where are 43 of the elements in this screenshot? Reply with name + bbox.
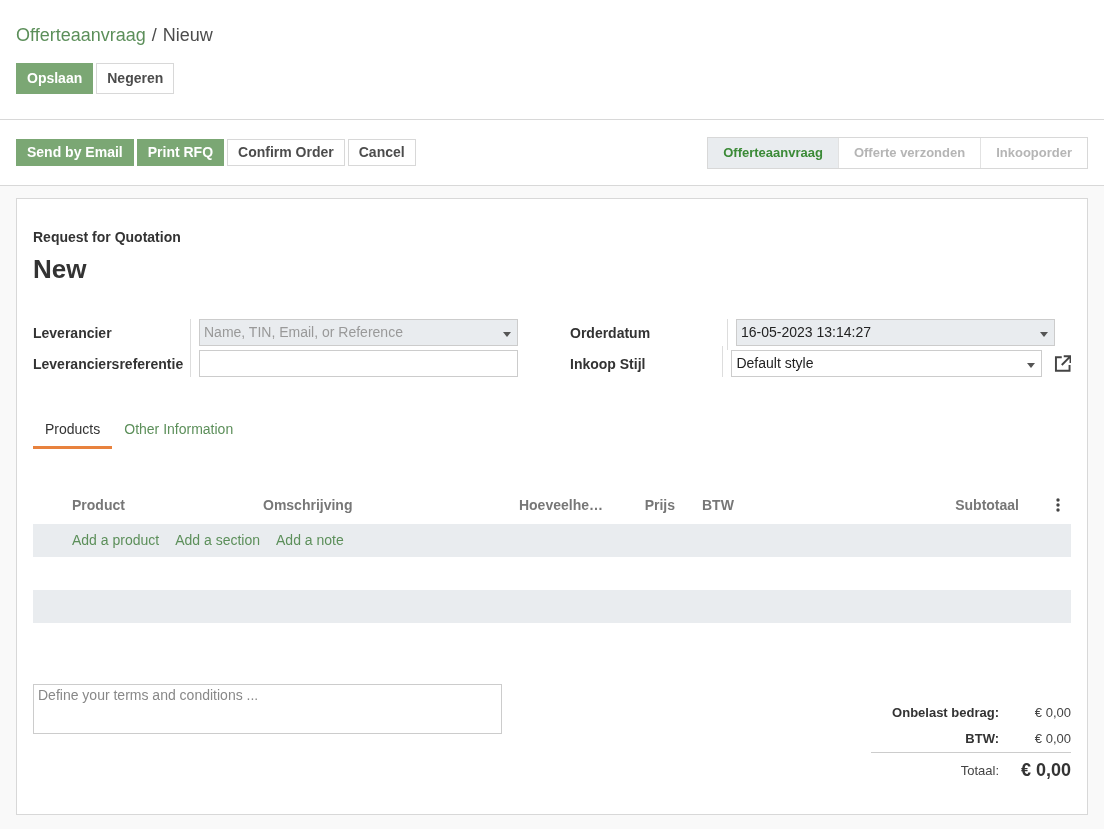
column-header: Omschrijving bbox=[263, 495, 354, 515]
field-label: Inkoop Stijl bbox=[570, 355, 647, 374]
total-label: Onbelast bedrag: bbox=[892, 704, 999, 723]
caret-icon bbox=[1040, 332, 1048, 337]
column-header: Subtotaal bbox=[954, 495, 1019, 515]
status-step[interactable]: Offerteaanvraag bbox=[708, 137, 838, 168]
dropdown-field[interactable]: 16-05-2023 13:14:27 bbox=[736, 319, 1055, 346]
field-label: Leverancier bbox=[33, 324, 113, 343]
breadcrumb-separator: / bbox=[151, 24, 157, 47]
column-header: BTW bbox=[701, 495, 735, 515]
total-value: € 0,00 bbox=[1033, 704, 1071, 723]
column-header: Product bbox=[71, 495, 126, 515]
input-field[interactable] bbox=[199, 350, 518, 377]
add-line-link[interactable]: Add a product bbox=[72, 530, 160, 551]
field-label: Orderdatum bbox=[570, 324, 652, 343]
tab[interactable]: Products bbox=[33, 413, 113, 449]
document-subtitle: Request for Quotation bbox=[33, 228, 182, 247]
more-options-icon[interactable] bbox=[1056, 498, 1060, 512]
dropdown-field[interactable]: Default style bbox=[731, 350, 1042, 377]
total-value: € 0,00 bbox=[1033, 730, 1071, 749]
total-label: BTW: bbox=[965, 730, 999, 749]
caret-icon bbox=[503, 332, 511, 337]
action-button[interactable]: Confirm Order bbox=[227, 139, 345, 166]
column-header: Prijs bbox=[643, 495, 675, 515]
dropdown-field[interactable]: Name, TIN, Email, or Reference bbox=[199, 319, 518, 346]
tab[interactable]: Other Information bbox=[112, 413, 246, 449]
discard-button[interactable]: Negeren bbox=[96, 63, 175, 94]
field-label: Leveranciersreferentie bbox=[33, 355, 185, 374]
terms-field[interactable]: Define your terms and conditions ... bbox=[33, 684, 502, 734]
action-button[interactable]: Cancel bbox=[347, 139, 416, 166]
caret-icon bbox=[1026, 363, 1035, 368]
action-button[interactable]: Send by Email bbox=[16, 139, 134, 166]
action-button[interactable]: Print RFQ bbox=[136, 139, 225, 166]
column-header: Hoeveelhe… bbox=[517, 495, 603, 515]
document-title: New bbox=[33, 253, 88, 286]
add-line-link[interactable]: Add a section bbox=[175, 530, 260, 551]
total-value: € 0,00 bbox=[1019, 759, 1071, 782]
save-button[interactable]: Opslaan bbox=[16, 63, 94, 94]
external-link-icon[interactable] bbox=[1053, 354, 1071, 373]
add-line-link[interactable]: Add a note bbox=[276, 530, 344, 551]
total-label: Totaal: bbox=[960, 761, 999, 780]
breadcrumb-current: Nieuw bbox=[162, 24, 213, 47]
breadcrumb-link[interactable]: Offerteaanvraag bbox=[16, 22, 146, 49]
